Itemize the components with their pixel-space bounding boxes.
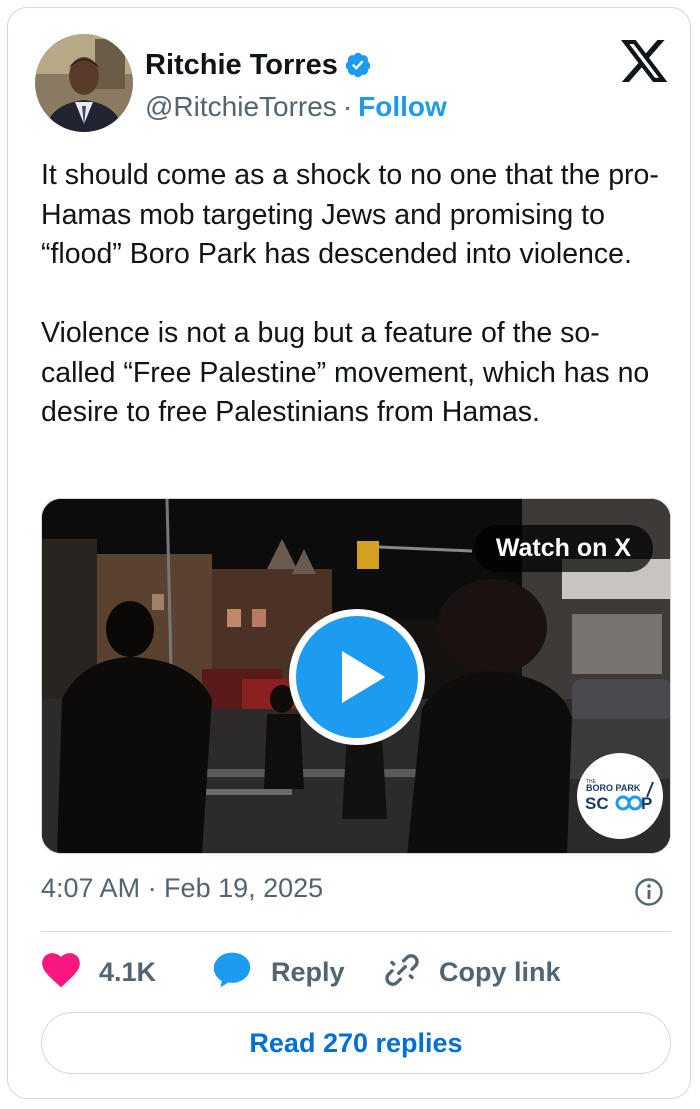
- author-handle[interactable]: @RitchieTorres: [145, 91, 337, 123]
- svg-text:P: P: [641, 794, 652, 813]
- follow-link[interactable]: Follow: [358, 91, 447, 123]
- author-name-row: Ritchie Torres: [145, 46, 372, 84]
- tweet-paragraph: Violence is not a bug but a feature of t…: [41, 317, 650, 428]
- reply-button[interactable]: Reply: [212, 951, 345, 993]
- like-button[interactable]: 4.1K: [41, 951, 156, 993]
- author-handle-row: @RitchieTorres · Follow: [145, 88, 447, 126]
- copy-link-label: Copy link: [439, 956, 561, 987]
- separator-dot: ·: [342, 91, 353, 122]
- link-icon: [382, 950, 422, 995]
- copy-link-button[interactable]: Copy link: [382, 951, 561, 993]
- divider: [41, 931, 671, 932]
- info-icon[interactable]: [634, 877, 664, 907]
- action-bar: 4.1K Reply Copy link: [41, 951, 671, 993]
- reply-label: Reply: [271, 956, 345, 987]
- svg-text:BORO PARK: BORO PARK: [586, 783, 641, 793]
- avatar-image: [35, 34, 133, 132]
- tweet-paragraph: It should come as a shock to no one that…: [41, 159, 659, 270]
- watch-on-x-button[interactable]: Watch on X: [473, 525, 653, 572]
- read-replies-button[interactable]: Read 270 replies: [41, 1012, 671, 1074]
- tweet-timestamp[interactable]: 4:07 AM · Feb 19, 2025: [41, 873, 323, 904]
- tweet-card: Ritchie Torres @RitchieTorres · Follow I…: [7, 7, 691, 1099]
- video-media[interactable]: Watch on X THE BORO PARK SC P: [41, 498, 671, 854]
- boro-park-scoop-logo: THE BORO PARK SC P: [577, 753, 663, 839]
- x-logo-icon[interactable]: [621, 40, 669, 84]
- like-count: 4.1K: [99, 956, 157, 987]
- heart-icon: [41, 952, 81, 993]
- avatar[interactable]: [35, 34, 133, 132]
- play-icon[interactable]: [287, 607, 427, 747]
- reply-bubble-icon: [212, 951, 252, 994]
- verified-badge-icon: [344, 51, 372, 79]
- svg-text:SC: SC: [585, 794, 609, 813]
- tweet-text: It should come as a shock to no one that…: [41, 156, 671, 433]
- author-name[interactable]: Ritchie Torres: [145, 49, 338, 82]
